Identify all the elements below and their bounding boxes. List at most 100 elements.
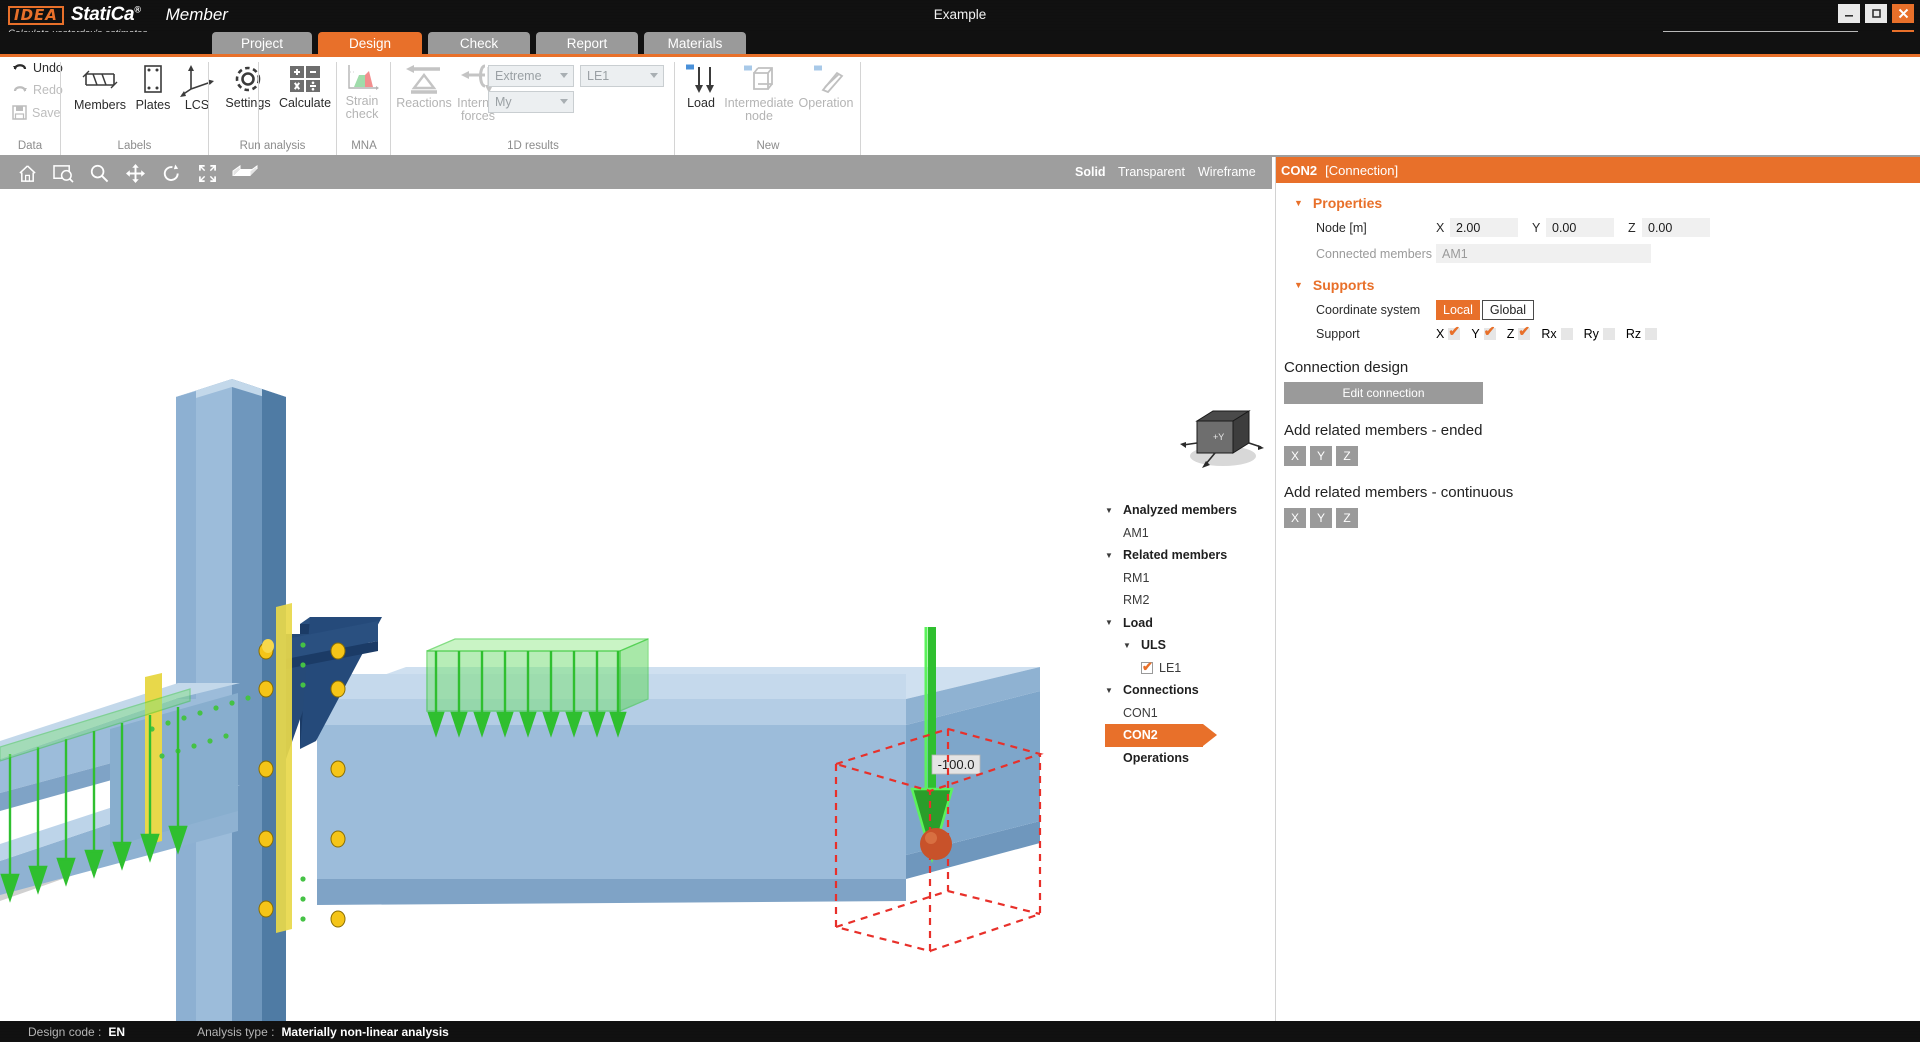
maximize-button[interactable] — [1865, 4, 1887, 23]
expand-triangle-icon[interactable]: ▼ — [1105, 506, 1115, 515]
tree-label: AM1 — [1123, 526, 1149, 540]
support-dof-z[interactable]: Z — [1507, 327, 1531, 341]
undo-icon — [12, 61, 28, 75]
loadcase-combo[interactable]: LE1 — [580, 65, 664, 87]
dof-rz-checkbox[interactable] — [1645, 328, 1657, 340]
tree-item-related-members[interactable]: ▼ Related members — [1105, 544, 1265, 567]
tree-item-rm2[interactable]: RM2 — [1105, 589, 1265, 612]
minimize-button[interactable] — [1838, 4, 1860, 23]
add-continuous-x-button[interactable]: X — [1284, 508, 1306, 528]
tree-item-uls[interactable]: ▼ ULS — [1105, 634, 1265, 657]
tab-materials[interactable]: Materials — [644, 32, 746, 54]
load-value-label: -100.0 — [932, 755, 980, 774]
section-properties[interactable]: ▼ Properties — [1276, 195, 1920, 211]
extreme-combo[interactable]: Extreme — [488, 65, 574, 87]
support-label: Support — [1316, 327, 1436, 341]
ribbon-group-1d-results: 1D results — [392, 138, 674, 155]
edit-connection-button[interactable]: Edit connection — [1284, 382, 1483, 404]
add-ended-y-button[interactable]: Y — [1310, 446, 1332, 466]
support-dof-ry[interactable]: Ry — [1584, 327, 1615, 341]
tab-report[interactable]: Report — [536, 32, 638, 54]
plates-icon — [139, 63, 167, 97]
tree-item-con1[interactable]: CON1 — [1105, 702, 1265, 725]
dof-x-checkbox[interactable] — [1448, 328, 1460, 340]
tree-item-analyzed-members[interactable]: ▼ Analyzed members — [1105, 499, 1265, 522]
support-dof-x[interactable]: X — [1436, 327, 1460, 341]
view-mode-transparent[interactable]: Transparent — [1118, 165, 1185, 179]
node-z-input[interactable]: 0.00 — [1642, 218, 1710, 237]
lcs-button[interactable]: LCS — [176, 63, 218, 112]
support-dof-rx[interactable]: Rx — [1541, 327, 1572, 341]
dof-y-checkbox[interactable] — [1484, 328, 1496, 340]
status-bar: Design code : EN Analysis type : Materia… — [0, 1021, 1920, 1042]
coord-global-button[interactable]: Global — [1482, 300, 1534, 320]
add-ended-z-button[interactable]: Z — [1336, 446, 1358, 466]
pan-icon[interactable] — [122, 161, 148, 185]
settings-label: Settings — [225, 97, 270, 110]
add-ended-x-button[interactable]: X — [1284, 446, 1306, 466]
add-continuous-z-button[interactable]: Z — [1336, 508, 1358, 528]
save-button[interactable]: Save — [12, 105, 61, 120]
coord-local-button[interactable]: Local — [1436, 300, 1480, 320]
dof-rx-label: Rx — [1541, 327, 1556, 341]
new-operation-button[interactable]: Operation — [796, 63, 856, 110]
section-supports[interactable]: ▼ Supports — [1276, 277, 1920, 293]
expand-triangle-icon[interactable]: ▼ — [1105, 618, 1115, 627]
dof-z-checkbox[interactable] — [1518, 328, 1530, 340]
node-y-input[interactable]: 0.00 — [1546, 218, 1614, 237]
title-bar: IDEA StatiCa® Member Calculate yesterday… — [0, 0, 1920, 32]
redo-button[interactable]: Redo — [12, 83, 63, 97]
dof-rx-checkbox[interactable] — [1561, 328, 1573, 340]
add-continuous-y-button[interactable]: Y — [1310, 508, 1332, 528]
le1-checkbox[interactable] — [1141, 662, 1153, 674]
zoom-window-icon[interactable] — [50, 161, 76, 185]
analysis-type-value: Materially non-linear analysis — [281, 1025, 448, 1039]
tree-item-le1[interactable]: LE1 — [1105, 657, 1265, 680]
home-icon[interactable] — [14, 161, 40, 185]
fit-screen-icon[interactable] — [194, 161, 220, 185]
tree-item-connections[interactable]: ▼ Connections — [1105, 679, 1265, 702]
plates-button[interactable]: Plates — [130, 63, 176, 112]
support-dof-rz[interactable]: Rz — [1626, 327, 1657, 341]
tab-design[interactable]: Design — [318, 32, 422, 54]
view-mode-wireframe[interactable]: Wireframe — [1198, 165, 1256, 179]
rotate-icon[interactable] — [158, 161, 184, 185]
chevron-down-icon[interactable]: ▼ — [1294, 198, 1303, 208]
tree-item-am1[interactable]: AM1 — [1105, 522, 1265, 545]
settings-button[interactable]: Settings — [220, 63, 276, 110]
axis-z-label: Z — [1628, 221, 1642, 235]
reactions-button[interactable]: Reactions — [394, 63, 454, 110]
plates-label: Plates — [136, 99, 171, 112]
add-continuous-buttons: X Y Z — [1284, 508, 1920, 528]
tree-item-operations[interactable]: Operations — [1105, 747, 1265, 770]
dof-rz-label: Rz — [1626, 327, 1641, 341]
members-button[interactable]: Members — [72, 63, 128, 112]
component-combo[interactable]: My — [488, 91, 574, 113]
dof-ry-checkbox[interactable] — [1603, 328, 1615, 340]
magnifier-icon[interactable] — [86, 161, 112, 185]
tree-item-con2[interactable]: CON2 — [1105, 724, 1203, 747]
view-mode-solid[interactable]: Solid — [1075, 165, 1106, 179]
expand-triangle-icon[interactable]: ▼ — [1105, 686, 1115, 695]
view-cube[interactable]: +Y — [1175, 401, 1270, 471]
intermediate-node-button[interactable]: Intermediate node — [722, 63, 796, 123]
close-button[interactable] — [1892, 4, 1914, 23]
strain-check-button[interactable]: Strain check — [338, 63, 386, 121]
reactions-icon — [402, 63, 446, 95]
calculate-button[interactable]: Calculate — [276, 63, 334, 110]
chevron-down-icon[interactable]: ▼ — [1294, 280, 1303, 290]
tab-project[interactable]: Project — [212, 32, 312, 54]
view-style-icon[interactable] — [230, 161, 260, 185]
cube-face-label: +Y — [1213, 432, 1224, 442]
support-dof-y[interactable]: Y — [1471, 327, 1495, 341]
expand-triangle-icon[interactable]: ▼ — [1105, 551, 1115, 560]
expand-triangle-icon[interactable]: ▼ — [1123, 641, 1133, 650]
node-x-input[interactable]: 2.00 — [1450, 218, 1518, 237]
undo-button[interactable]: Undo — [12, 61, 63, 75]
undo-label: Undo — [33, 61, 63, 75]
tree-item-load[interactable]: ▼ Load — [1105, 612, 1265, 635]
tree-item-rm1[interactable]: RM1 — [1105, 567, 1265, 590]
new-load-button[interactable]: Load — [678, 63, 724, 110]
model-viewport[interactable]: -100.0 +Y — [0, 189, 1272, 1021]
tab-check[interactable]: Check — [428, 32, 530, 54]
